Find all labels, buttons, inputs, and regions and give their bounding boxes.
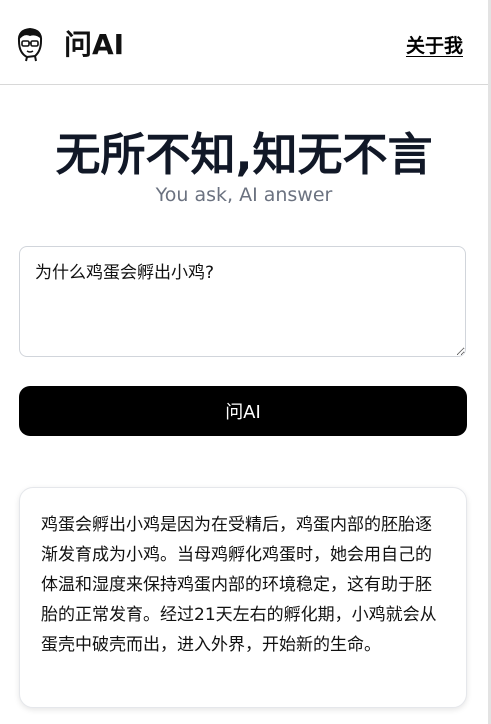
question-input[interactable]: 为什么鸡蛋会孵出小鸡?: [19, 246, 466, 357]
hero-title: 无所不知,知无不言: [55, 128, 433, 181]
hero-subtitle: You ask, AI answer: [155, 184, 333, 206]
about-link[interactable]: 关于我: [406, 31, 463, 58]
top-nav: 问AI 关于我: [0, 0, 488, 85]
answer-text: 鸡蛋会孵出小鸡是因为在受精后，鸡蛋内部的胚胎逐渐发育成为小鸡。当母鸡孵化鸡蛋时，…: [41, 515, 437, 655]
cartoon-face-icon[interactable]: [14, 26, 46, 62]
answer-card: 鸡蛋会孵出小鸡是因为在受精后，鸡蛋内部的胚胎逐渐发育成为小鸡。当母鸡孵化鸡蛋时，…: [19, 487, 467, 708]
brand-title[interactable]: 问AI: [64, 23, 124, 63]
ask-ai-button[interactable]: 问AI: [19, 386, 467, 436]
